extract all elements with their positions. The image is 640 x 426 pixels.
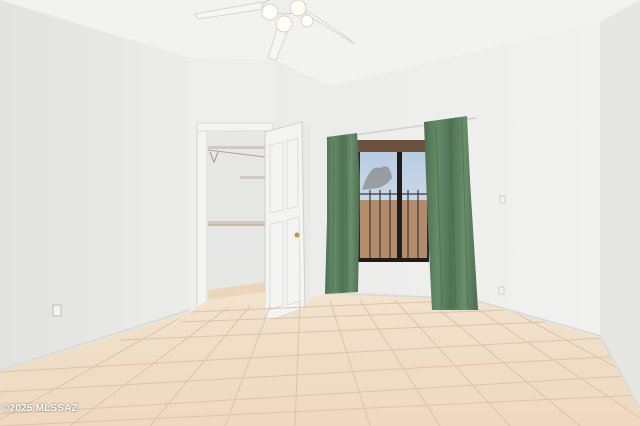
- left-wall: [0, 0, 190, 372]
- curtain-left: [325, 133, 360, 294]
- room-photo: ©2025 MLSSAZ: [0, 0, 640, 426]
- room-illustration: [0, 0, 640, 426]
- door-frame-top: [196, 122, 274, 132]
- outlet-icon-right: [498, 286, 505, 295]
- door-frame-left: [196, 124, 208, 315]
- outlet-icon: [52, 304, 62, 317]
- wall-plate-icon: [499, 195, 506, 204]
- door-knob[interactable]: [294, 232, 300, 238]
- walk-in-closet: [207, 132, 266, 300]
- window-icon: [357, 140, 429, 262]
- copyright-watermark: ©2025 MLSSAZ: [2, 403, 78, 414]
- door-icon[interactable]: [264, 121, 306, 323]
